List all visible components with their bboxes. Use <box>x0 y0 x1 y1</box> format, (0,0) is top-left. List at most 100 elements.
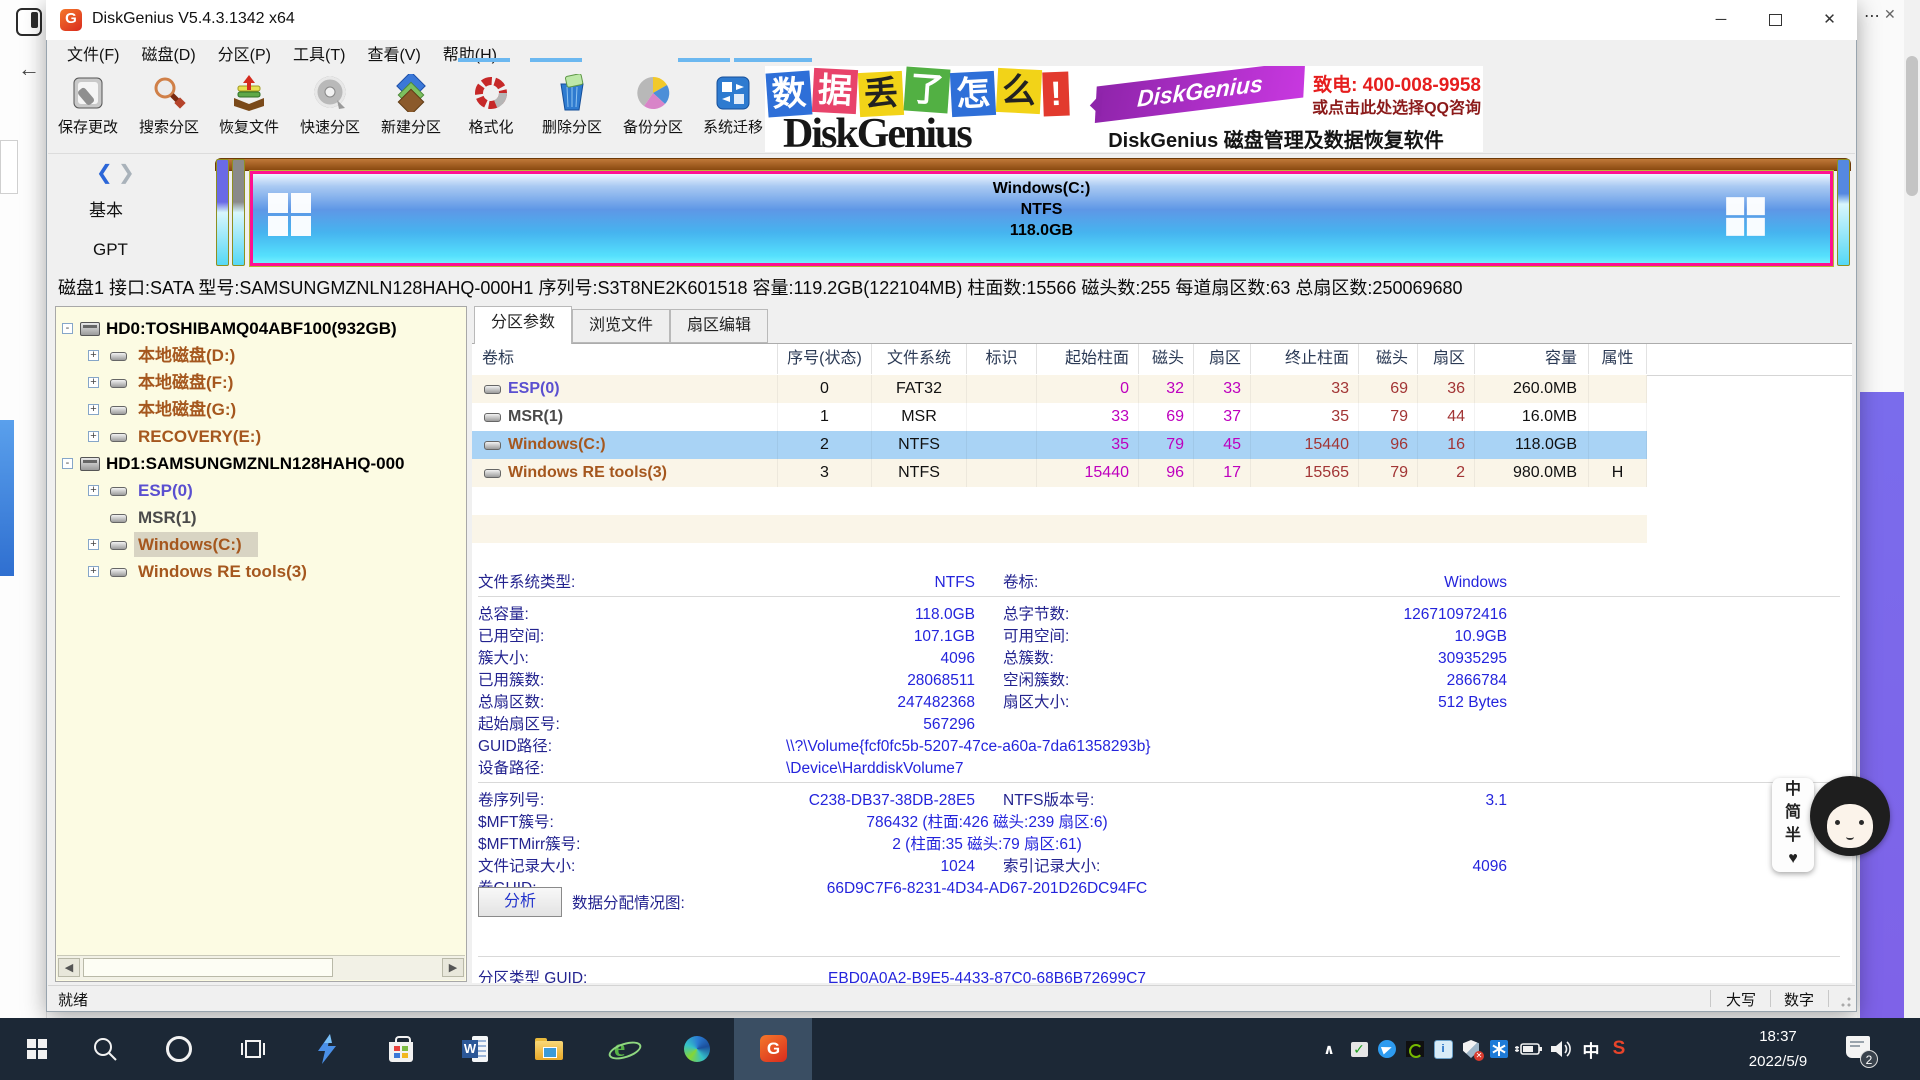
scroll-left-arrow-icon[interactable]: ◀ <box>58 958 80 977</box>
menu-view[interactable]: 查看(V) <box>356 41 431 65</box>
partition-sliver-esp[interactable] <box>216 159 229 266</box>
tray-intel-graphics-icon[interactable]: i <box>1432 1037 1454 1061</box>
taskbar-app-flash[interactable] <box>290 1018 364 1080</box>
ime-simplified-toggle[interactable]: 简 <box>1772 801 1814 824</box>
back-arrow-icon[interactable]: ← <box>18 56 40 82</box>
col-header-attr[interactable]: 属性 <box>1589 344 1647 374</box>
menu-disk[interactable]: 磁盘(D) <box>130 41 206 65</box>
ime-lang-toggle[interactable]: 中 <box>1772 778 1814 801</box>
taskbar-app-word[interactable]: W <box>438 1018 512 1080</box>
tree-item-hd1[interactable]: - HD1:SAMSUNGMZNLN128HAHQ-000 <box>56 450 466 477</box>
tray-chevron-up-icon[interactable]: ∧ <box>1318 1037 1340 1061</box>
expand-icon[interactable]: + <box>88 485 99 496</box>
col-header-capacity[interactable]: 容量 <box>1475 344 1589 374</box>
partition-sliver-re-tools[interactable] <box>1837 159 1850 266</box>
tray-update-check-icon[interactable]: ✓ <box>1348 1037 1370 1061</box>
col-header-volume[interactable]: 卷标 <box>472 344 778 374</box>
ad-banner[interactable]: 数 据 丢 了 怎 么 ! DiskGenius DiskGenius 致电: … <box>765 66 1483 152</box>
tree-horizontal-scrollbar[interactable]: ◀ ▶ <box>57 955 465 980</box>
disk-next-arrow-icon[interactable]: ❯ <box>118 160 135 185</box>
tray-defender-icon[interactable]: ✕ <box>1460 1037 1482 1061</box>
tree-item-msr[interactable]: MSR(1) <box>56 504 466 531</box>
col-header-start-sector[interactable]: 扇区 <box>1194 344 1251 374</box>
taskbar-app-store[interactable] <box>364 1018 438 1080</box>
start-button[interactable] <box>0 1018 74 1080</box>
delete-partition-button[interactable]: 删除分区 <box>531 74 613 137</box>
taskbar-app-diskgenius-active[interactable]: G <box>734 1018 812 1080</box>
tray-sogou-icon[interactable]: S <box>1608 1037 1630 1061</box>
tab-partition-params[interactable]: 分区参数 <box>474 306 572 344</box>
tree-item-local-f[interactable]: + 本地磁盘(F:) <box>56 369 466 396</box>
quick-partition-button[interactable]: 快速分区 <box>289 74 371 137</box>
col-header-index[interactable]: 序号(状态) <box>778 344 872 374</box>
minimize-button[interactable]: ─ <box>1694 0 1748 40</box>
tree-item-esp[interactable]: + ESP(0) <box>56 477 466 504</box>
taskbar-search-button[interactable] <box>68 1018 142 1080</box>
backup-partition-button[interactable]: 备份分区 <box>612 74 694 137</box>
tab-browse-files[interactable]: 浏览文件 <box>572 309 670 343</box>
maximize-button[interactable] <box>1748 0 1802 40</box>
recover-files-button[interactable]: 恢复文件 <box>208 74 290 137</box>
analyze-button[interactable]: 分析 <box>478 887 562 917</box>
scrollbar-thumb[interactable] <box>83 958 333 977</box>
tree-item-windows-c[interactable]: + Windows(C:) <box>56 531 466 558</box>
tray-nvidia-icon[interactable] <box>1404 1037 1426 1061</box>
col-header-end-sector[interactable]: 扇区 <box>1418 344 1475 374</box>
tray-snowflake-icon[interactable] <box>1488 1037 1510 1061</box>
scroll-right-arrow-icon[interactable]: ▶ <box>442 958 464 977</box>
resize-grip[interactable] <box>1841 997 1851 1007</box>
tree-item-local-d[interactable]: + 本地磁盘(D:) <box>56 342 466 369</box>
taskbar-app-edge[interactable] <box>660 1018 734 1080</box>
tree-item-hd0[interactable]: - HD0:TOSHIBAMQ04ABF100(932GB) <box>56 315 466 342</box>
tree-item-recovery-e[interactable]: + RECOVERY(E:) <box>56 423 466 450</box>
table-row-windows-c-selected[interactable]: Windows(C:) 2 NTFS 35 79 45 15440 96 16 … <box>472 431 1647 459</box>
taskbar-app-ie[interactable]: e <box>586 1018 660 1080</box>
collapse-icon[interactable]: - <box>62 323 73 334</box>
disk-prev-arrow-icon[interactable]: ❮ <box>96 160 113 185</box>
col-header-filesystem[interactable]: 文件系统 <box>872 344 967 374</box>
ime-favorite-icon[interactable]: ♥ <box>1772 847 1814 870</box>
taskbar-clock[interactable]: 18:37 2022/5/9 <box>1726 1024 1830 1074</box>
table-row-windows-re[interactable]: Windows RE tools(3) 3 NTFS 15440 96 17 1… <box>472 459 1647 487</box>
col-header-end-cyl[interactable]: 终止柱面 <box>1251 344 1359 374</box>
expand-icon[interactable]: + <box>88 431 99 442</box>
format-button[interactable]: 格式化 <box>450 74 532 137</box>
tray-battery-icon[interactable] <box>1514 1037 1544 1061</box>
collapse-icon[interactable]: - <box>62 458 73 469</box>
partition-sliver-msr[interactable] <box>232 159 245 266</box>
save-changes-button[interactable]: 保存更改 <box>47 74 129 137</box>
tray-feishu-icon[interactable] <box>1376 1037 1398 1061</box>
task-view-button[interactable] <box>216 1018 290 1080</box>
tree-item-windows-re[interactable]: + Windows RE tools(3) <box>56 558 466 585</box>
system-migration-button[interactable]: 系统迁移 <box>692 74 774 137</box>
taskbar-app-explorer[interactable] <box>512 1018 586 1080</box>
expand-icon[interactable]: + <box>88 377 99 388</box>
cortana-button[interactable] <box>142 1018 216 1080</box>
close-button[interactable]: ✕ <box>1802 0 1857 40</box>
scrollbar-thumb[interactable] <box>1906 56 1918 196</box>
col-header-start-cyl[interactable]: 起始柱面 <box>1037 344 1139 374</box>
new-partition-button[interactable]: 新建分区 <box>370 74 452 137</box>
col-header-flag[interactable]: 标识 <box>967 344 1037 374</box>
expand-icon[interactable]: + <box>88 566 99 577</box>
tray-ime-indicator[interactable]: 中 <box>1580 1037 1602 1061</box>
more-menu-icon[interactable]: ⋯ <box>1864 6 1881 26</box>
ime-width-toggle[interactable]: 半 <box>1772 824 1814 847</box>
tray-volume-icon[interactable] <box>1548 1037 1574 1061</box>
col-header-end-head[interactable]: 磁头 <box>1359 344 1418 374</box>
tab-sector-edit[interactable]: 扇区编辑 <box>670 309 768 343</box>
table-row-esp[interactable]: ESP(0) 0 FAT32 0 32 33 33 69 36 260.0MB <box>472 375 1647 403</box>
search-partition-button[interactable]: 搜索分区 <box>128 74 210 137</box>
menu-file[interactable]: 文件(F) <box>56 41 130 65</box>
ad-qq-link[interactable]: 或点击此处选择QQ咨询 <box>1293 94 1481 118</box>
tree-item-local-g[interactable]: + 本地磁盘(G:) <box>56 396 466 423</box>
ime-widget[interactable]: 中 简 半 ♥ <box>1772 774 1894 876</box>
menu-partition[interactable]: 分区(P) <box>207 41 282 65</box>
col-header-start-head[interactable]: 磁头 <box>1139 344 1194 374</box>
expand-icon[interactable]: + <box>88 350 99 361</box>
menu-tools[interactable]: 工具(T) <box>282 41 356 65</box>
ime-skin-avatar[interactable] <box>1810 776 1890 856</box>
table-row-msr[interactable]: MSR(1) 1 MSR 33 69 37 35 79 44 16.0MB <box>472 403 1647 431</box>
background-close-icon[interactable]: ✕ <box>1884 6 1896 23</box>
ime-status-pill[interactable]: 中 简 半 ♥ <box>1772 778 1814 872</box>
